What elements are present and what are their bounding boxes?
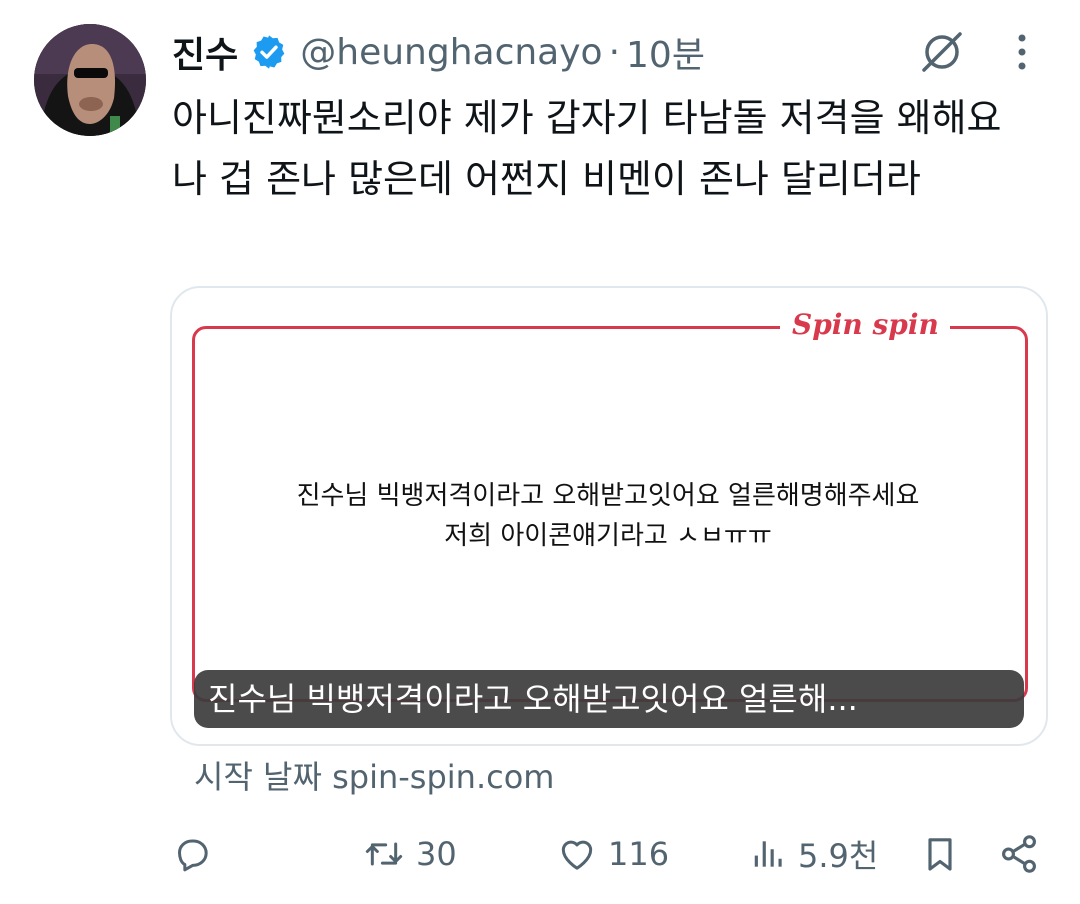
card-source-link[interactable]: 시작 날짜 spin-spin.com xyxy=(194,752,554,798)
more-options-icon[interactable] xyxy=(1008,30,1036,74)
views-button[interactable]: 5.9천 xyxy=(750,832,878,876)
grok-icon[interactable] xyxy=(918,28,966,76)
reply-button[interactable] xyxy=(172,832,212,876)
link-card[interactable]: Spin spin 진수님 빅뱅저격이라고 오해받고잇어요 얼른해명해주세요 저… xyxy=(170,286,1048,746)
retweet-icon xyxy=(365,842,403,866)
retweet-count: 30 xyxy=(416,835,457,873)
user-handle[interactable]: @heunghacnayo xyxy=(300,32,602,73)
tweet-text: 아니진짜뭔소리야 제가 갑자기 타남돌 저격을 왜해요 나 겁 존나 많은데 어… xyxy=(172,96,1002,201)
reply-icon xyxy=(178,839,208,872)
share-button[interactable] xyxy=(998,832,1040,876)
card-message: 진수님 빅뱅저격이라고 오해받고잇어요 얼른해명해주세요 저희 아이콘얘기라고 … xyxy=(202,476,1014,556)
like-count: 116 xyxy=(608,835,670,873)
card-brand-logo: Spin spin xyxy=(792,308,939,341)
views-icon xyxy=(754,841,782,867)
avatar[interactable] xyxy=(34,24,146,136)
bookmark-icon xyxy=(928,838,952,871)
avatar-image xyxy=(34,24,146,136)
separator-dot: · xyxy=(608,31,621,73)
like-button[interactable]: 116 xyxy=(556,832,669,876)
card-message-line2: 저희 아이콘얘기라고 ㅅㅂㅠㅠ xyxy=(444,521,772,551)
display-name[interactable]: 진수 xyxy=(172,26,238,78)
heart-icon xyxy=(561,840,593,870)
views-count: 5.9천 xyxy=(798,837,879,875)
bookmark-button[interactable] xyxy=(920,832,960,876)
share-icon xyxy=(1002,835,1036,873)
tweet-header: 진수 @heunghacnayo · 10분 xyxy=(172,26,705,78)
retweet-button[interactable]: 30 xyxy=(362,832,457,876)
card-title-caption: 진수님 빅뱅저격이라고 오해받고잇어요 얼른해... xyxy=(194,670,1024,728)
card-message-line1: 진수님 빅뱅저격이라고 오해받고잇어요 얼른해명해주세요 xyxy=(296,481,920,511)
post-time[interactable]: 10분 xyxy=(626,26,705,78)
verified-badge-icon[interactable] xyxy=(250,33,288,71)
